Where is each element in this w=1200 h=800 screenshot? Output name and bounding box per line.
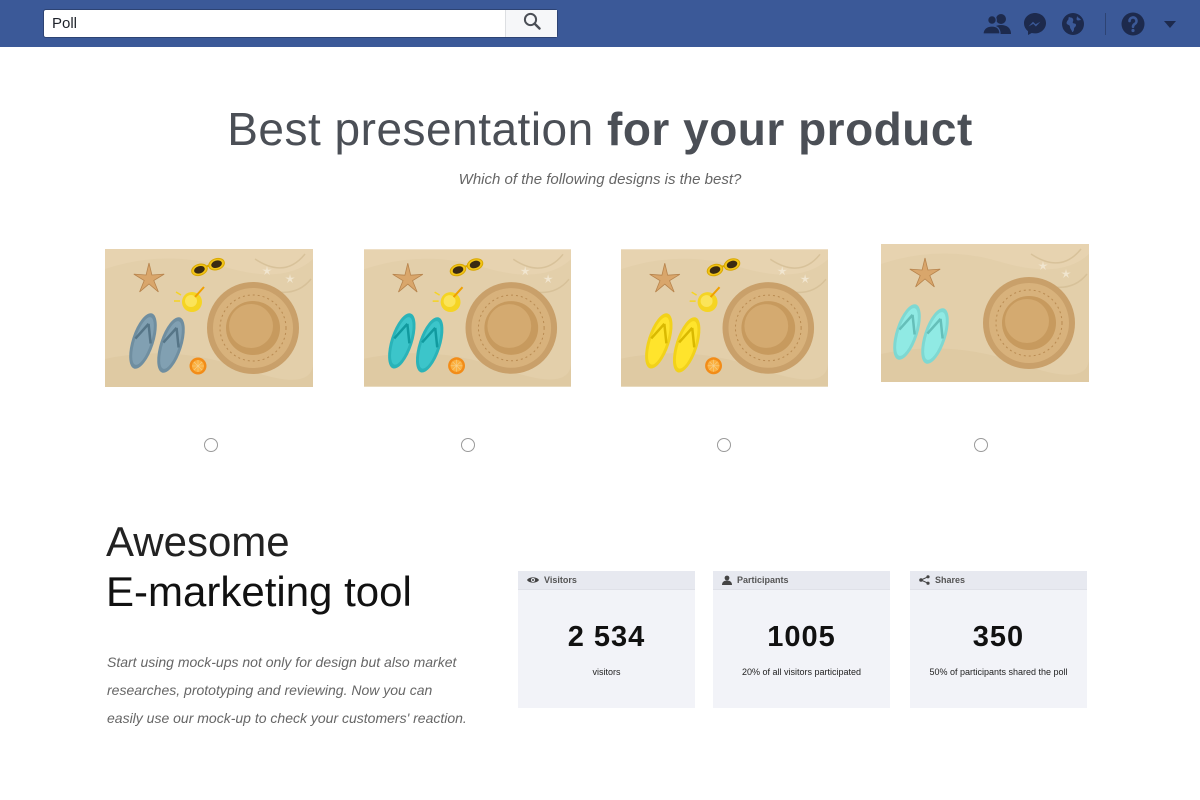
globe-icon[interactable] [1059,10,1087,38]
search-button[interactable] [505,10,557,37]
marketing-title-bold: E-marketing tool [106,568,412,615]
stat-label: Shares [935,575,966,585]
title-light-part: Best presentation [227,103,594,155]
stat-caption: visitors [592,667,621,677]
beach-design-image [881,244,1089,382]
marketing-title-light: Awesome [106,518,290,565]
vote-radio-3[interactable] [717,438,731,452]
beach-design-image [621,249,828,387]
nav-divider [1105,13,1106,35]
messenger-icon[interactable] [1021,10,1049,38]
person-icon [722,575,732,585]
vote-radio-1[interactable] [204,438,218,452]
vote-radio-4[interactable] [974,438,988,452]
caret-down-icon[interactable] [1156,10,1184,38]
title-bold-part: for your product [607,103,973,155]
share-icon [919,575,930,585]
friends-icon[interactable] [983,10,1011,38]
stat-label: Participants [737,575,789,585]
vote-radio-2[interactable] [461,438,475,452]
design-option-1[interactable] [105,249,313,387]
search-input[interactable] [44,10,505,37]
beach-design-image [364,249,571,387]
stat-value: 2 534 [567,621,646,653]
stat-header: Visitors [518,571,695,590]
stat-caption: 20% of all visitors participated [741,667,862,677]
stat-caption: 50% of participants shared the poll [929,667,1068,677]
page-subtitle: Which of the following designs is the be… [458,171,742,188]
nav-icons [960,0,1200,47]
stat-card-visitors: Visitors 2 534 visitors [518,571,695,708]
design-option-2[interactable] [364,249,571,387]
search-icon [523,12,541,35]
page-title: Best presentation for your product [0,102,1200,156]
stat-card-participants: Participants 1005 20% of all visitors pa… [713,571,890,708]
stat-header: Shares [910,571,1087,590]
stat-label: Visitors [544,575,577,585]
stat-header: Participants [713,571,890,590]
design-option-3[interactable] [621,249,828,387]
help-icon[interactable] [1119,10,1147,38]
eye-icon [527,576,539,584]
top-navigation-bar [0,0,1200,47]
design-option-4[interactable] [881,244,1089,382]
stat-value: 350 [972,621,1025,653]
search-box [43,9,558,38]
beach-design-image [105,249,313,387]
stat-card-shares: Shares 350 50% of participants shared th… [910,571,1087,708]
marketing-description: Start using mock-ups not only for design… [107,654,467,726]
stat-value: 1005 [767,621,836,653]
